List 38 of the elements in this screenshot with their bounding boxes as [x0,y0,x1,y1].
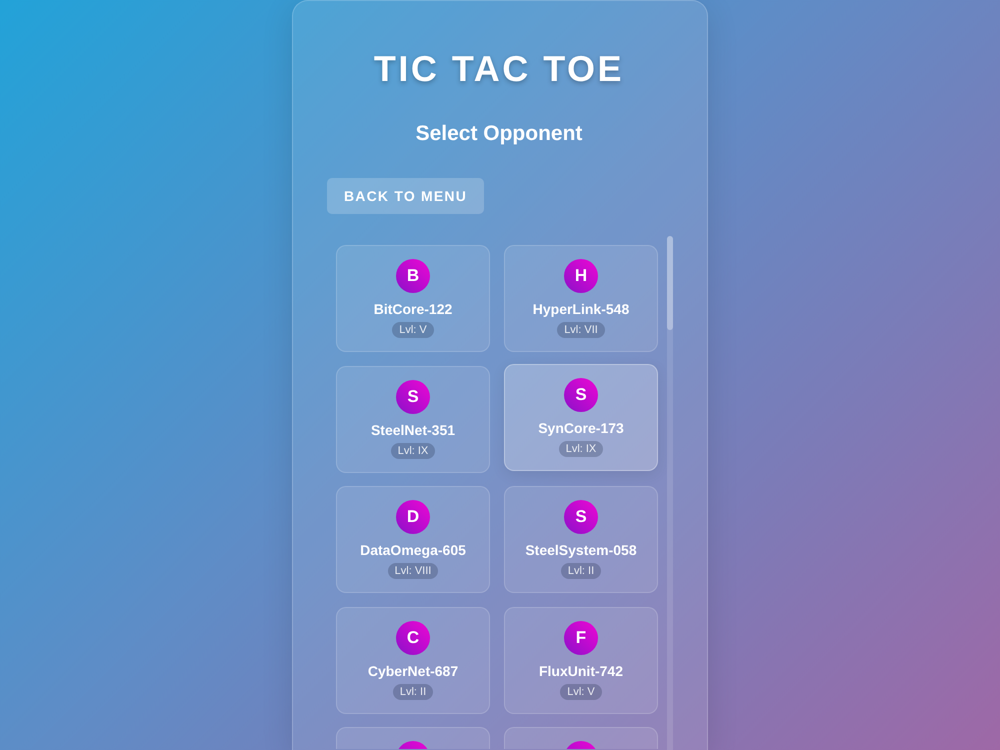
opponent-card[interactable]: S SynCore-173 Lvl: IX [504,364,658,471]
avatar: F [564,620,598,655]
level-badge: Lvl: II [392,684,434,700]
level-badge: Lvl: II [560,563,602,580]
level-badge: Lvl: VIII [388,563,438,580]
avatar: B [396,259,430,294]
screen-subtitle: Select Opponent [416,121,582,146]
opponent-card[interactable]: H HyperLink-548 Lvl: VII [504,245,658,352]
opponent-card[interactable] [504,727,658,750]
opponent-name: SteelNet-351 [370,422,456,439]
opponent-card[interactable]: B BitCore-122 Lvl: V [336,245,490,352]
opponent-name: FluxUnit-742 [538,662,623,680]
opponent-card[interactable]: D DataOmega-605 Lvl: VIII [336,486,490,594]
scrollbar-thumb[interactable] [667,236,673,330]
level-badge: Lvl: V [560,684,602,700]
scrollbar-track[interactable] [667,236,673,750]
opponent-name: HyperLink-548 [532,301,630,318]
opponent-name: SteelSystem-058 [525,542,637,560]
opponent-card[interactable]: S SteelSystem-058 Lvl: II [504,486,658,594]
avatar: D [396,500,430,534]
opponent-card[interactable]: F FluxUnit-742 Lvl: V [504,606,658,714]
opponent-card[interactable]: C CyberNet-687 Lvl: II [336,606,490,714]
level-badge: Lvl: V [392,322,434,338]
level-badge: Lvl: IX [558,440,604,457]
avatar: S [564,378,598,412]
avatar: S [396,380,430,414]
opponent-name: BitCore-122 [374,301,452,318]
avatar: C [396,620,430,655]
opponent-name: DataOmega-605 [360,542,466,560]
opponent-card[interactable] [336,727,490,750]
opponent-name: SynCore-173 [538,420,624,437]
avatar: S [564,500,598,534]
opponent-card[interactable]: S SteelNet-351 Lvl: IX [336,366,490,473]
level-badge: Lvl: IX [390,442,436,459]
opponent-name: CyberNet-687 [368,662,458,680]
game-title: TIC TAC TOE [374,47,624,90]
level-badge: Lvl: VII [557,322,605,338]
avatar: H [564,259,598,294]
